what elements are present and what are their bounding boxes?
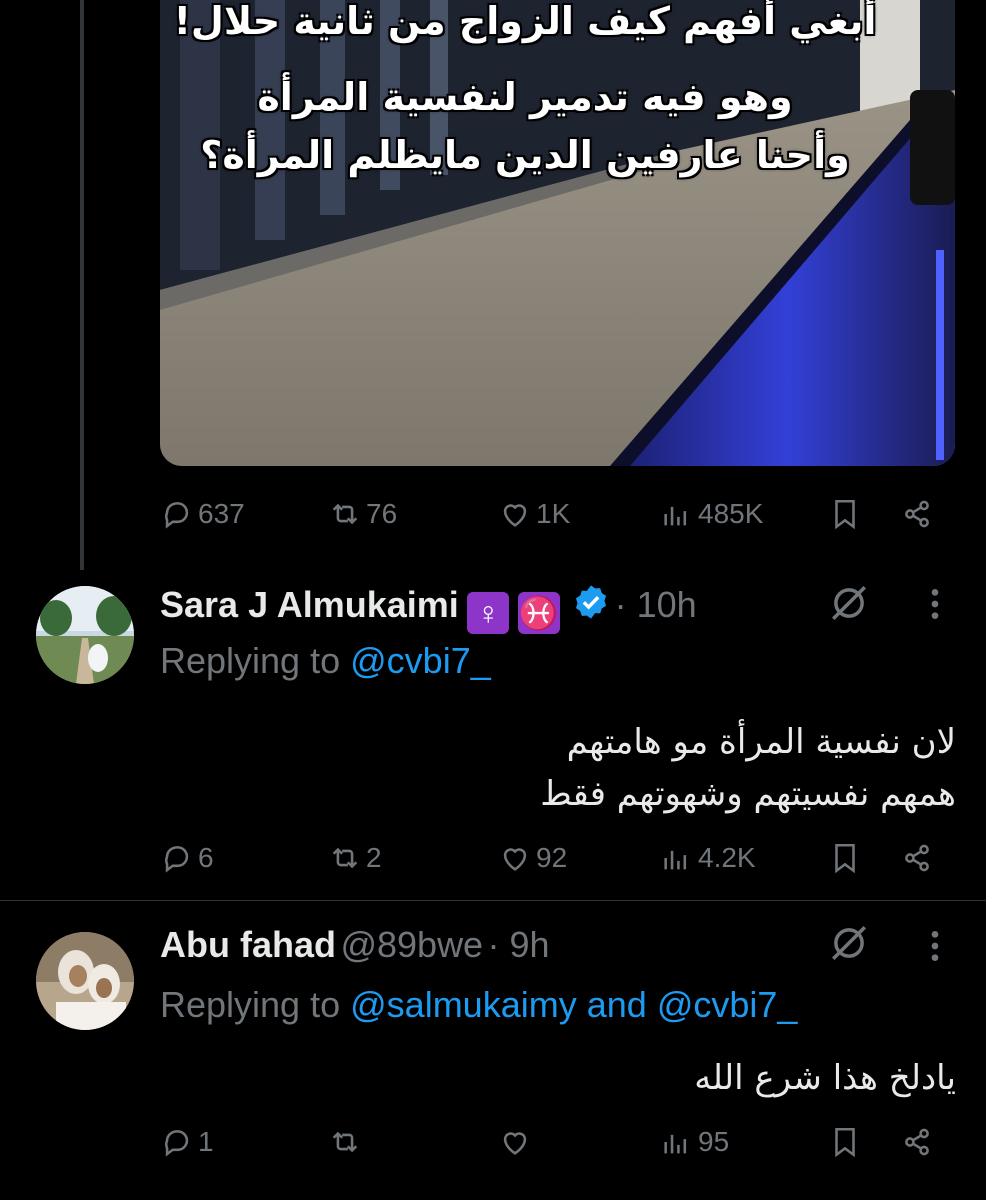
reply-action-bar: 6 2 92 4.2K (160, 838, 940, 878)
verified-badge-icon (572, 583, 610, 642)
bookmark-icon (835, 843, 855, 874)
like-icon (503, 848, 527, 871)
display-name[interactable]: Sara J Almukaimi (160, 584, 459, 625)
views-count: 95 (698, 1126, 730, 1157)
repost-button[interactable] (328, 1125, 366, 1159)
more-icon (931, 931, 939, 961)
grok-icon (832, 586, 866, 620)
display-name[interactable]: Abu fahad (160, 924, 336, 965)
repost-icon (332, 847, 358, 869)
reply-button[interactable]: 6 (160, 841, 214, 875)
avatar-image (36, 586, 134, 684)
repost-count: 76 (366, 498, 398, 529)
views-count: 485K (698, 498, 764, 529)
reply-header: Abu fahad @89bwe · 9h (160, 920, 550, 970)
repost-button[interactable]: 2 (328, 841, 382, 875)
replying-to: Replying to @salmukaimy and @cvbi7_ (160, 982, 797, 1028)
share-icon (905, 844, 929, 872)
replying-label: Replying to (160, 984, 341, 1025)
share-button[interactable] (900, 1125, 934, 1159)
bookmark-button[interactable] (828, 497, 862, 531)
share-icon (905, 1128, 929, 1156)
share-button[interactable] (900, 841, 934, 875)
venus-emoji: ♀ (467, 591, 510, 634)
media-caption-line-2: وهو فيه تدمير لنفسية المرأة (257, 75, 793, 119)
reply-button[interactable]: 637 (160, 497, 245, 531)
tweet-media-image[interactable]: أبغي أفهم كيف الزواج من ثانية حلال! وهو … (160, 0, 955, 466)
reply-text: يادلخ هذا شرع الله (694, 1052, 956, 1104)
media-caption-line-1: أبغي أفهم كيف الزواج من ثانية حلال! (173, 0, 877, 43)
reply-action-bar: 1 95 (160, 1122, 940, 1162)
replying-to: Replying to @cvbi7_ (160, 638, 491, 684)
views-icon (664, 1134, 687, 1154)
handle[interactable]: @89bwe (340, 924, 483, 965)
grok-button[interactable] (828, 582, 870, 629)
mention-link[interactable]: @salmukaimy (350, 984, 577, 1025)
views-button[interactable]: 4.2K (660, 841, 756, 875)
reply-count: 637 (198, 498, 245, 529)
reply-header: Sara J Almukaimi ♀ ♓ · 10h (160, 580, 697, 634)
more-button[interactable] (920, 926, 950, 971)
views-button[interactable]: 485K (660, 497, 763, 531)
like-icon (503, 504, 527, 527)
like-icon (503, 1132, 527, 1155)
like-count: 92 (536, 842, 568, 873)
views-count: 4.2K (698, 842, 756, 873)
like-button[interactable]: 1K (498, 497, 570, 531)
more-icon (931, 589, 939, 619)
views-icon (664, 850, 687, 870)
share-icon (905, 500, 929, 528)
reply-text-line: يادلخ هذا شرع الله (694, 1058, 956, 1098)
avatar[interactable] (36, 586, 134, 684)
like-count: 1K (536, 498, 571, 529)
timestamp[interactable]: · 9h (488, 924, 550, 965)
repost-icon (332, 503, 358, 525)
reply-icon (165, 846, 189, 873)
reply-text: لان نفسية المرأة مو هامتهم همهم نفسيتهم … (540, 716, 956, 820)
mention-link[interactable]: @cvbi7_ (350, 640, 491, 681)
more-button[interactable] (920, 584, 950, 629)
divider (0, 900, 986, 901)
like-button[interactable]: 92 (498, 841, 567, 875)
avatar-image (36, 932, 134, 1030)
like-button[interactable] (498, 1125, 536, 1159)
reply-text-line: همهم نفسيتهم وشهوتهم فقط (540, 774, 956, 814)
timestamp[interactable]: · 10h (615, 584, 697, 625)
bookmark-button[interactable] (828, 1125, 862, 1159)
grok-button[interactable] (828, 922, 870, 969)
reply-count: 6 (198, 842, 214, 873)
media-scene (160, 0, 955, 466)
tweet-action-bar: 637 76 1K 485K (160, 494, 940, 534)
reply-text-line: لان نفسية المرأة مو هامتهم (566, 722, 956, 762)
thread-line (80, 0, 84, 570)
repost-icon (332, 1131, 358, 1153)
pisces-emoji: ♓ (517, 591, 560, 634)
avatar[interactable] (36, 932, 134, 1030)
bookmark-icon (835, 499, 855, 530)
reply-button[interactable]: 1 (160, 1125, 214, 1159)
repost-button[interactable]: 76 (328, 497, 397, 531)
media-caption-line-3: وأحنا عارفين الدين مايظلم المرأة؟ (200, 133, 850, 177)
reply-icon (165, 1130, 189, 1157)
reply-count: 1 (198, 1126, 214, 1157)
grok-icon (832, 926, 866, 960)
reply-icon (165, 502, 189, 529)
views-button[interactable]: 95 (660, 1125, 729, 1159)
mention-link[interactable]: @cvbi7_ (657, 984, 798, 1025)
bookmark-button[interactable] (828, 841, 862, 875)
views-icon (664, 506, 687, 526)
repost-count: 2 (366, 842, 382, 873)
bookmark-icon (835, 1127, 855, 1158)
replying-label: Replying to (160, 640, 341, 681)
replying-and: and (586, 984, 647, 1025)
share-button[interactable] (900, 497, 934, 531)
